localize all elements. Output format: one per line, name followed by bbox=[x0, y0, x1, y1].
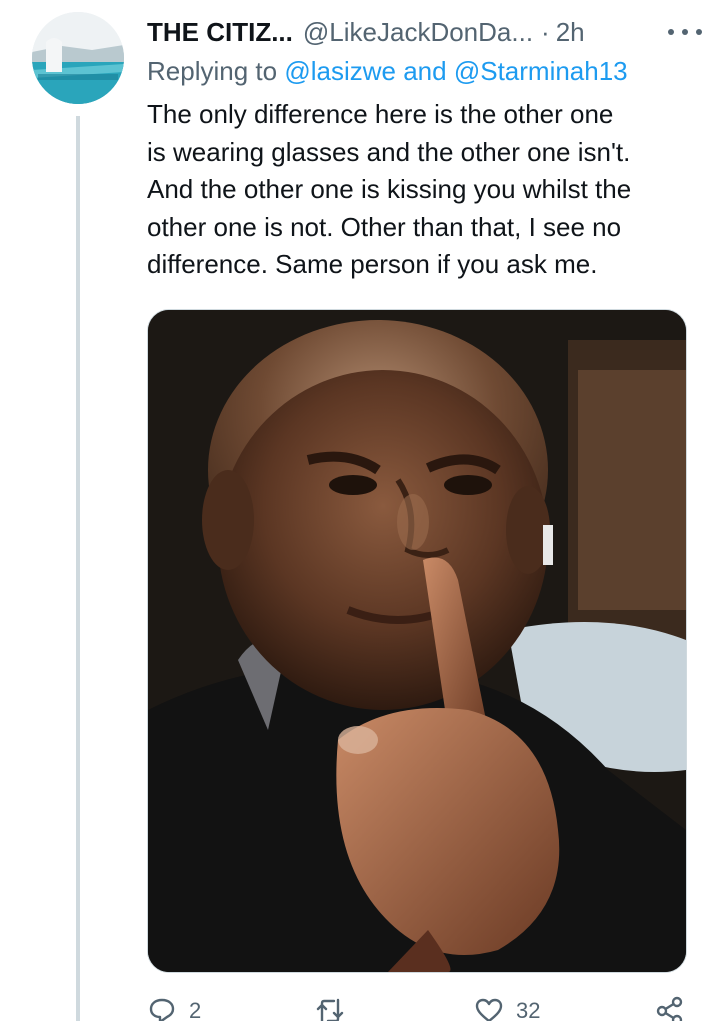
author-handle[interactable]: @LikeJackDonDa... bbox=[303, 17, 533, 48]
tweet-text-line: other one is not. Other than that, I see… bbox=[147, 211, 622, 242]
heart-icon bbox=[475, 998, 503, 1021]
mention-link[interactable]: @lasizwe bbox=[284, 56, 396, 86]
replying-to-label: Replying to bbox=[147, 56, 278, 86]
share-button[interactable] bbox=[655, 996, 685, 1021]
timestamp[interactable]: 2h bbox=[556, 17, 585, 48]
reply-icon bbox=[149, 998, 175, 1021]
like-count: 32 bbox=[516, 998, 541, 1021]
more-horizontal-icon bbox=[668, 29, 702, 35]
tweet-text-line: is wearing glasses and the other one isn… bbox=[147, 136, 631, 167]
tweet-actions-bar: 2 32 bbox=[147, 996, 692, 1021]
retweet-icon bbox=[316, 998, 344, 1021]
avatar[interactable] bbox=[32, 12, 124, 104]
tweet-text: The only difference here is the other on… bbox=[147, 96, 712, 284]
tweet-text-line: And the other one is kissing you whilst … bbox=[147, 174, 632, 204]
thread-connector-line bbox=[76, 116, 80, 1021]
tweet-text-line: The only difference here is the other on… bbox=[147, 99, 614, 129]
share-icon bbox=[656, 996, 683, 1021]
reply-button[interactable]: 2 bbox=[147, 996, 201, 1021]
media-photo-illustration bbox=[148, 310, 686, 972]
separator-dot: · bbox=[541, 16, 550, 47]
tweet-header: THE CITIZ... @LikeJackDonDa... · 2h bbox=[147, 14, 707, 50]
more-options-button[interactable] bbox=[663, 20, 707, 44]
avatar-image bbox=[32, 12, 124, 104]
like-button[interactable]: 32 bbox=[474, 996, 540, 1021]
tweet-text-line: difference. Same person if you ask me. bbox=[147, 249, 598, 279]
author-display-name[interactable]: THE CITIZ... bbox=[147, 17, 293, 48]
mention-link[interactable]: @Starminah13 bbox=[454, 56, 628, 86]
retweet-button[interactable] bbox=[315, 996, 345, 1021]
tweet[interactable]: THE CITIZ... @LikeJackDonDa... · 2h Repl… bbox=[0, 0, 720, 1021]
replying-to: Replying to @lasizwe and @Starminah13 bbox=[147, 56, 628, 87]
mention-conjunction[interactable]: and bbox=[403, 56, 446, 86]
tweet-media-photo[interactable] bbox=[147, 309, 687, 973]
reply-count: 2 bbox=[189, 998, 202, 1021]
